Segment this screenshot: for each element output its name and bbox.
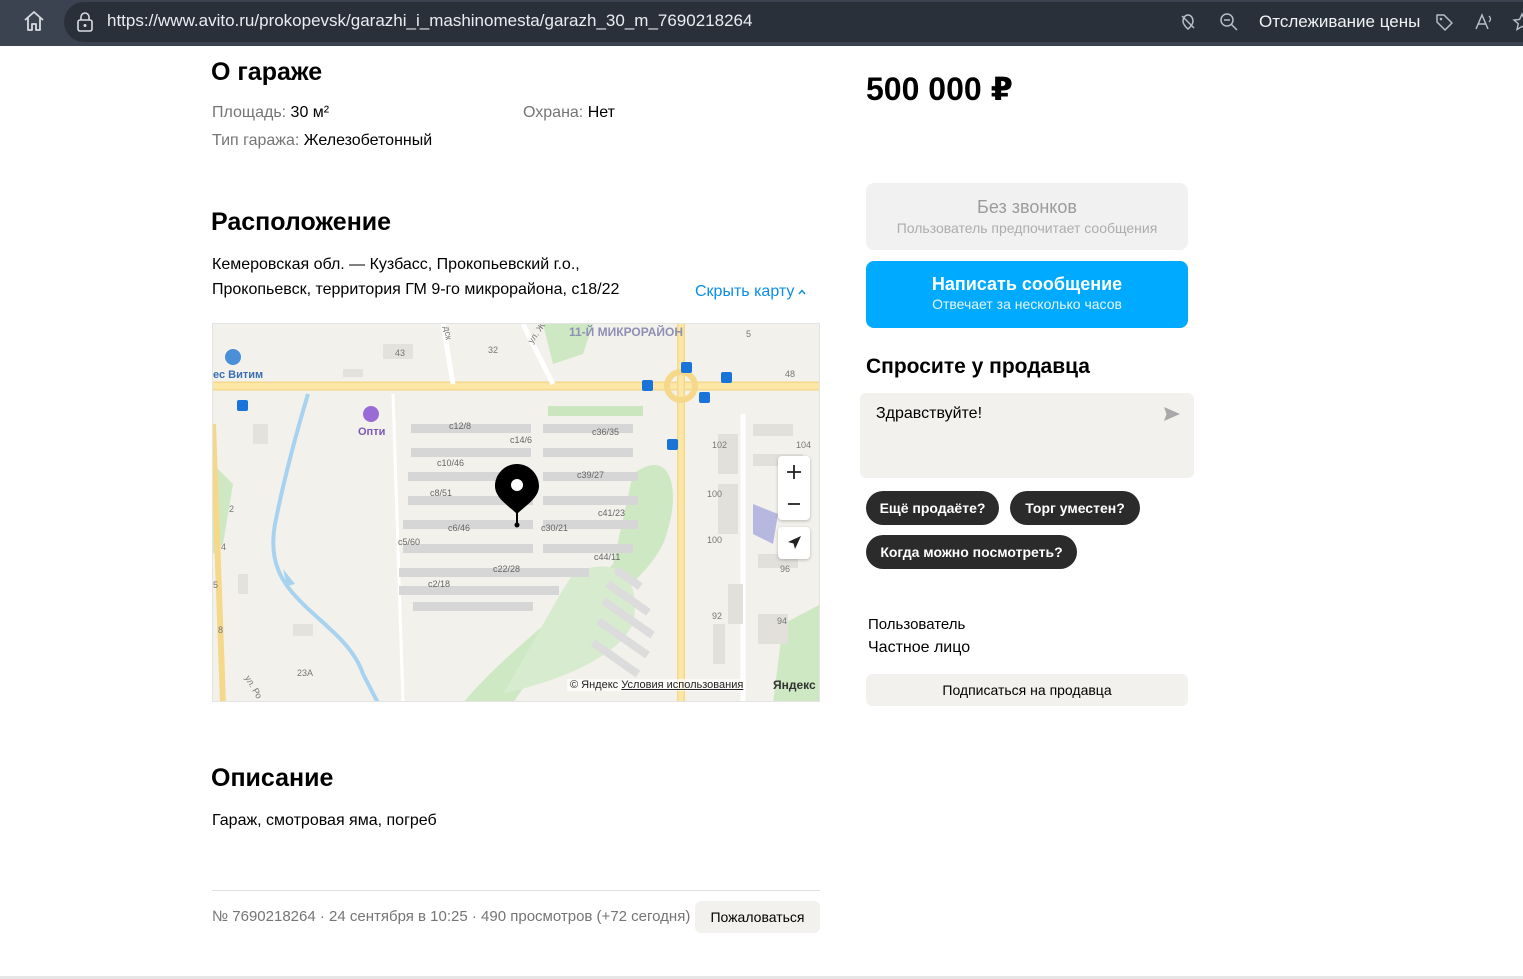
quick-reply-chip[interactable]: Ещё продаёте? <box>866 491 999 525</box>
write-message-button[interactable]: Написать сообщение Отвечает за несколько… <box>866 261 1188 328</box>
quick-reply-chip[interactable]: Когда можно посмотреть? <box>866 535 1077 569</box>
map-label: 100 <box>707 535 723 545</box>
location-title: Расположение <box>211 208 392 236</box>
security-param: Охрана: Нет <box>523 104 615 122</box>
yandex-logo[interactable]: Яндекс <box>773 678 816 692</box>
map-label: 100 <box>707 489 723 499</box>
write-message-subtitle: Отвечает за несколько часов <box>932 296 1122 312</box>
type-value: Железобетонный <box>303 132 433 149</box>
map-label: c44/11 <box>594 552 621 562</box>
divider <box>212 890 820 891</box>
map-label: c22/28 <box>493 564 521 574</box>
area-param: Площадь: 30 м² <box>212 104 329 122</box>
hide-map-label: Скрыть карту <box>695 283 795 300</box>
map-copyright: © Яндекс Условия использования <box>567 679 747 691</box>
message-input[interactable]: Здравствуйте! <box>860 393 1194 478</box>
map-label: дск <box>441 325 454 341</box>
map-label: c14/6 <box>510 435 533 445</box>
map-label: 43 <box>395 348 406 358</box>
map-label: c6/46 <box>448 523 471 533</box>
map-label: c30/21 <box>541 523 569 533</box>
url-text[interactable]: https://www.avito.ru/prokopevsk/garazhi_… <box>107 11 752 31</box>
map-label: 96 <box>780 564 791 574</box>
map-label: 8 <box>218 625 224 635</box>
map-label: c2/18 <box>428 579 451 589</box>
about-title: О гараже <box>211 58 323 86</box>
no-calls-button[interactable]: Без звонков Пользователь предпочитает со… <box>866 183 1188 250</box>
map-label: 102 <box>712 440 728 450</box>
yandex-map[interactable]: 11-Й МИКРОРАЙОН ес Витим Опти c12/8 c14/… <box>212 323 820 702</box>
report-button[interactable]: Пожаловаться <box>695 901 820 933</box>
security-value: Нет <box>587 104 615 121</box>
geolocation-icon[interactable] <box>778 527 810 559</box>
map-label: c5/60 <box>398 537 421 547</box>
listing-meta: № 7690218264 · 24 сентября в 10:25 · 490… <box>212 908 691 925</box>
favorite-icon[interactable] <box>1512 12 1523 32</box>
map-label: 2 <box>229 504 235 514</box>
read-aloud-icon[interactable] <box>1474 12 1494 32</box>
map-label: 92 <box>712 611 723 621</box>
map-label: c10/46 <box>437 458 465 468</box>
map-label: c12/8 <box>449 421 472 431</box>
tracking-prevention-icon[interactable] <box>1178 12 1198 32</box>
no-calls-title: Без звонков <box>977 197 1077 217</box>
quick-reply-chip[interactable]: Торг уместен? <box>1010 491 1140 525</box>
map-label: 5 <box>746 329 752 339</box>
chevron-up-icon <box>798 289 806 295</box>
map-label: 4 <box>221 542 227 552</box>
map-label: 104 <box>796 440 812 450</box>
hide-map-link[interactable]: Скрыть карту <box>695 283 806 301</box>
map-copyright-text: © Яндекс <box>570 679 619 691</box>
price-tag-icon[interactable] <box>1434 12 1454 32</box>
description-title: Описание <box>211 764 334 792</box>
zoom-out-map-icon[interactable] <box>778 488 810 520</box>
send-icon[interactable] <box>1162 405 1182 423</box>
map-label: 23А <box>297 668 314 678</box>
area-label: Площадь: <box>212 104 287 121</box>
type-label: Тип гаража: <box>212 132 300 149</box>
price: 500 000 ₽ <box>866 71 1013 107</box>
map-terms-link[interactable]: Условия использования <box>621 679 743 691</box>
map-canvas[interactable] <box>213 324 820 702</box>
map-label: 94 <box>777 616 788 626</box>
type-param: Тип гаража: Железобетонный <box>212 132 432 150</box>
lock-icon[interactable] <box>76 12 94 32</box>
map-district-label: 11-Й МИКРОРАЙОН <box>569 325 684 339</box>
message-text[interactable]: Здравствуйте! <box>876 405 982 423</box>
zoom-out-icon[interactable] <box>1219 12 1239 32</box>
price-tracking-label[interactable]: Отслеживание цены <box>1259 12 1420 32</box>
security-label: Охрана: <box>523 104 584 121</box>
map-label: 48 <box>785 369 796 379</box>
zoom-in-icon[interactable] <box>778 456 810 488</box>
map-label: c39/27 <box>577 470 605 480</box>
map-label: c36/35 <box>592 427 620 437</box>
browser-toolbar: https://www.avito.ru/prokopevsk/garazhi_… <box>0 0 1523 46</box>
map-poi-opti[interactable]: Опти <box>358 426 385 438</box>
description-text: Гараж, смотровая яма, погреб <box>212 812 437 829</box>
subscribe-button[interactable]: Подписаться на продавца <box>866 674 1188 706</box>
map-label: c8/51 <box>430 488 453 498</box>
address-bar[interactable]: https://www.avito.ru/prokopevsk/garazhi_… <box>64 2 1523 42</box>
address-line-1: Кемеровская обл. — Кузбасс, Прокопьевски… <box>212 256 580 273</box>
no-calls-subtitle: Пользователь предпочитает сообщения <box>896 220 1158 236</box>
home-icon[interactable] <box>22 9 46 33</box>
area-value: 30 м² <box>290 104 330 121</box>
address-line-2: Прокопьевск, территория ГМ 9-го микрорай… <box>212 281 620 298</box>
zoom-controls <box>778 456 810 520</box>
seller-type: Частное лицо <box>868 639 971 656</box>
map-label: 32 <box>488 345 499 355</box>
geolocation-control <box>778 527 810 559</box>
map-label: 5 <box>213 580 219 590</box>
seller-name[interactable]: Пользователь <box>868 616 965 633</box>
write-message-title: Написать сообщение <box>931 274 1123 294</box>
ask-seller-title: Спросите у продавца <box>866 355 1090 378</box>
map-poi-vitim[interactable]: ес Витим <box>213 369 263 381</box>
map-label: c41/23 <box>598 508 626 518</box>
